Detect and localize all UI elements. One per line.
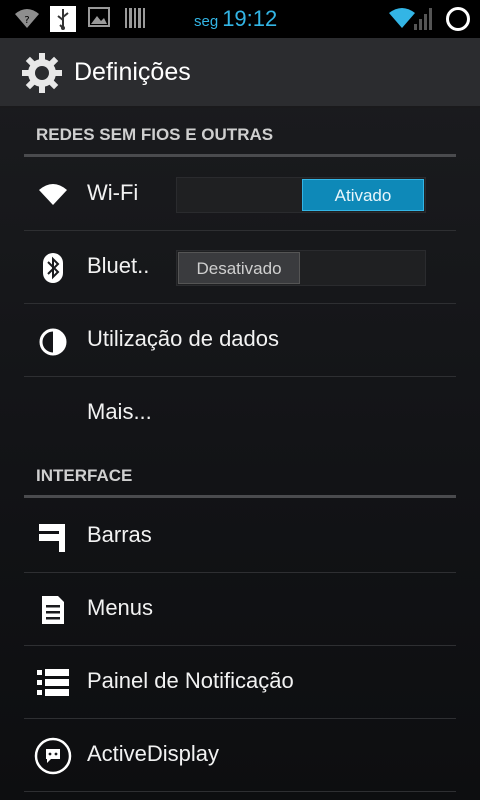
data-usage-icon <box>36 324 70 358</box>
wifi-toggle[interactable]: Ativado <box>176 177 426 213</box>
settings-item-notification-panel[interactable]: Painel de Notificação <box>0 646 480 719</box>
settings-item-label: Bluet.. <box>87 253 150 278</box>
settings-item-label: Painel de Notificação <box>87 668 294 693</box>
settings-item-data-usage[interactable]: Utilização de dados <box>0 304 480 377</box>
settings-item-label: ActiveDisplay <box>87 741 220 766</box>
status-day: seg <box>194 13 219 30</box>
chat-icon <box>34 737 72 775</box>
settings-item-label: Utilização de dados <box>87 326 280 351</box>
toggle-knob-on: Ativado <box>302 179 424 211</box>
menus-icon <box>36 593 70 627</box>
gear-icon[interactable] <box>20 51 64 95</box>
section-header-interface: INTERFACE <box>36 466 133 485</box>
usb-icon <box>50 6 76 36</box>
toggle-knob-off: Desativado <box>178 252 300 284</box>
section-divider <box>24 154 456 157</box>
settings-item-bars[interactable]: Barras <box>0 500 480 573</box>
ring-icon <box>444 5 472 37</box>
list-icon <box>36 666 70 700</box>
status-time: 19:12 <box>222 6 278 31</box>
wifi-icon: ? <box>14 6 40 34</box>
action-bar: Definições <box>0 38 480 108</box>
settings-item-wifi[interactable]: Wi-Fi Ativado <box>0 158 480 231</box>
settings-item-label: Wi-Fi <box>87 180 139 205</box>
section-divider <box>24 495 456 498</box>
wifi-icon <box>36 178 70 212</box>
settings-item-label: Mais... <box>87 399 152 424</box>
settings-item-label: Menus <box>87 595 154 620</box>
status-bar: ? seg 19:12 <box>0 0 480 38</box>
page-title: Definições <box>74 58 191 86</box>
bars-icon <box>36 520 70 554</box>
barcode-icon <box>124 6 146 34</box>
settings-item-menus[interactable]: Menus <box>0 573 480 646</box>
settings-item-label: Barras <box>87 522 152 547</box>
settings-item-more[interactable]: Mais... <box>0 377 480 450</box>
bluetooth-toggle[interactable]: Desativado <box>176 250 426 286</box>
cell-signal-icon <box>412 6 436 36</box>
status-clock: seg 19:12 <box>194 6 277 32</box>
section-header-wireless: REDES SEM FIOS E OUTRAS <box>36 125 274 144</box>
settings-item-bluetooth[interactable]: Bluet.. Desativado <box>0 231 480 304</box>
settings-item-active-display[interactable]: ActiveDisplay <box>0 719 480 792</box>
bluetooth-icon <box>36 251 70 285</box>
image-icon <box>88 6 110 32</box>
row-divider <box>24 791 456 792</box>
svg-text:?: ? <box>24 15 29 26</box>
